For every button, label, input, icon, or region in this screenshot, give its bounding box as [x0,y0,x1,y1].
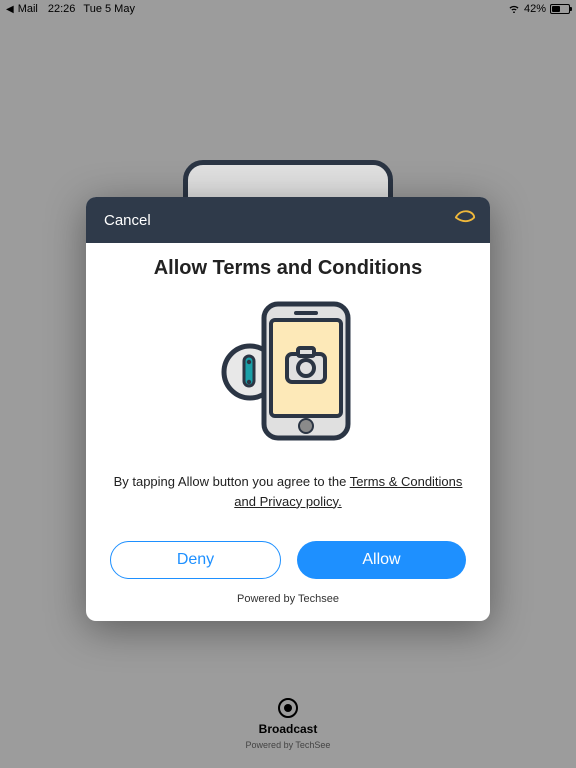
powered-by-label: Powered by TechSee [246,740,331,750]
battery-percent: 42% [524,3,546,15]
status-time: 22:26 [48,3,76,15]
broadcast-area: Broadcast Powered by TechSee [0,698,576,750]
deny-button[interactable]: Deny [110,541,281,579]
modal-title: Allow Terms and Conditions [110,257,466,280]
phone-camera-illustration [208,294,368,444]
wifi-icon [508,3,520,16]
button-row: Deny Allow [110,541,466,579]
back-to-app[interactable]: ◀ Mail [6,3,38,15]
agree-prefix: By tapping Allow button you agree to the [114,474,350,489]
status-bar: ◀ Mail 22:26 Tue 5 May 42% [0,0,576,18]
record-icon[interactable] [278,698,298,718]
terms-modal: Cancel Allow Terms and Conditions [86,197,490,621]
agree-text: By tapping Allow button you agree to the… [110,472,466,511]
modal-header: Cancel [86,197,490,243]
powered-by-modal: Powered by Techsee [110,593,466,605]
allow-button[interactable]: Allow [297,541,466,579]
back-app-label: Mail [18,3,38,15]
battery-icon [550,4,570,14]
status-date: Tue 5 May [83,3,135,15]
broadcast-label: Broadcast [259,722,318,736]
chevron-left-icon: ◀ [6,4,14,15]
cancel-button[interactable]: Cancel [104,212,151,229]
eye-logo-icon [454,209,476,232]
